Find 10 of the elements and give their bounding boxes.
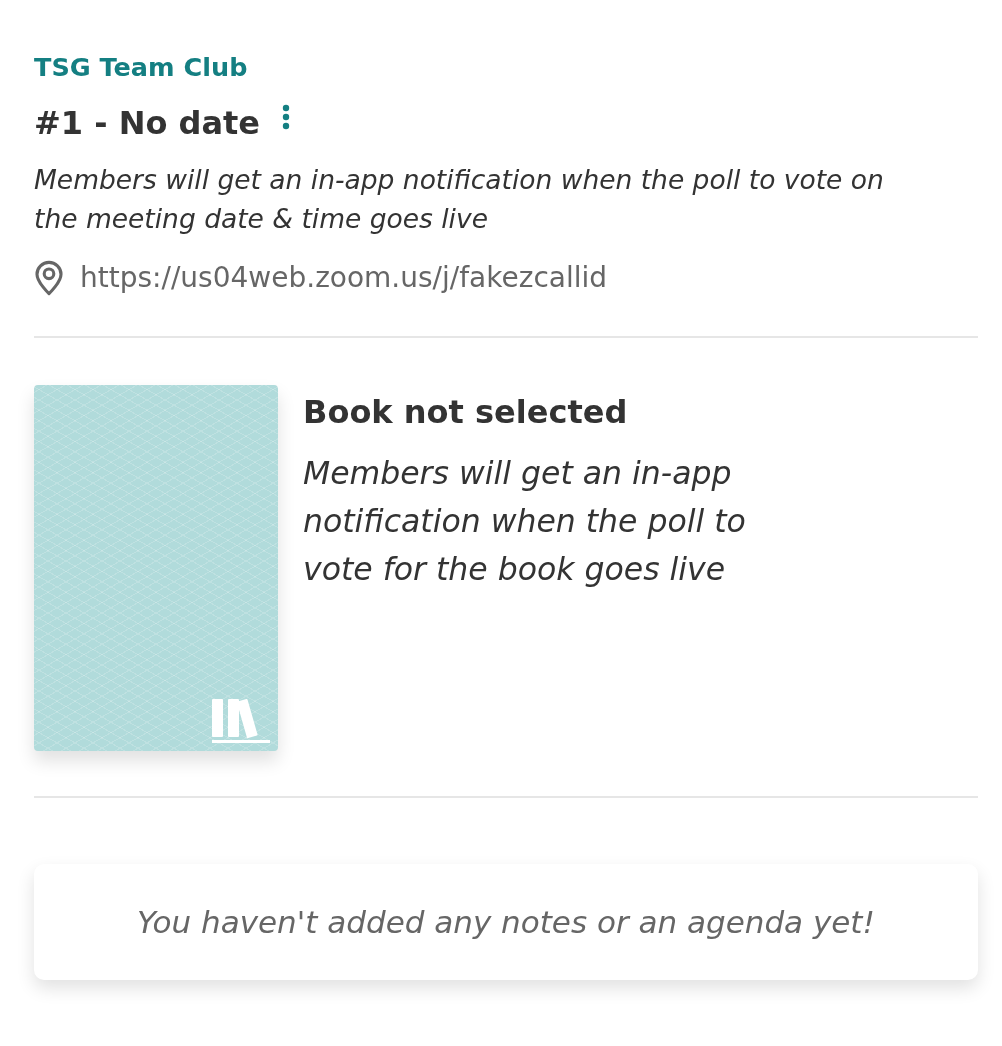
club-name: TSG Team Club — [34, 51, 249, 84]
location-url: https://us04web.zoom.us/j/fakezcallid — [80, 260, 608, 296]
more-options-icon[interactable] — [282, 104, 291, 130]
book-title: Book not selected — [303, 392, 629, 433]
book-description: Members will get an in-app notification when the poll to vote for the book goes live — [303, 454, 747, 589]
location-pin-icon — [34, 260, 64, 296]
books-icon — [212, 699, 270, 743]
meeting-title: #1 - No date — [34, 103, 261, 144]
empty-notes-message: You haven't added any notes or an agenda yet! — [137, 904, 875, 940]
meeting-description: Members will get an in-app notification when the poll to vote on the meeting date & time goes live — [34, 163, 885, 236]
